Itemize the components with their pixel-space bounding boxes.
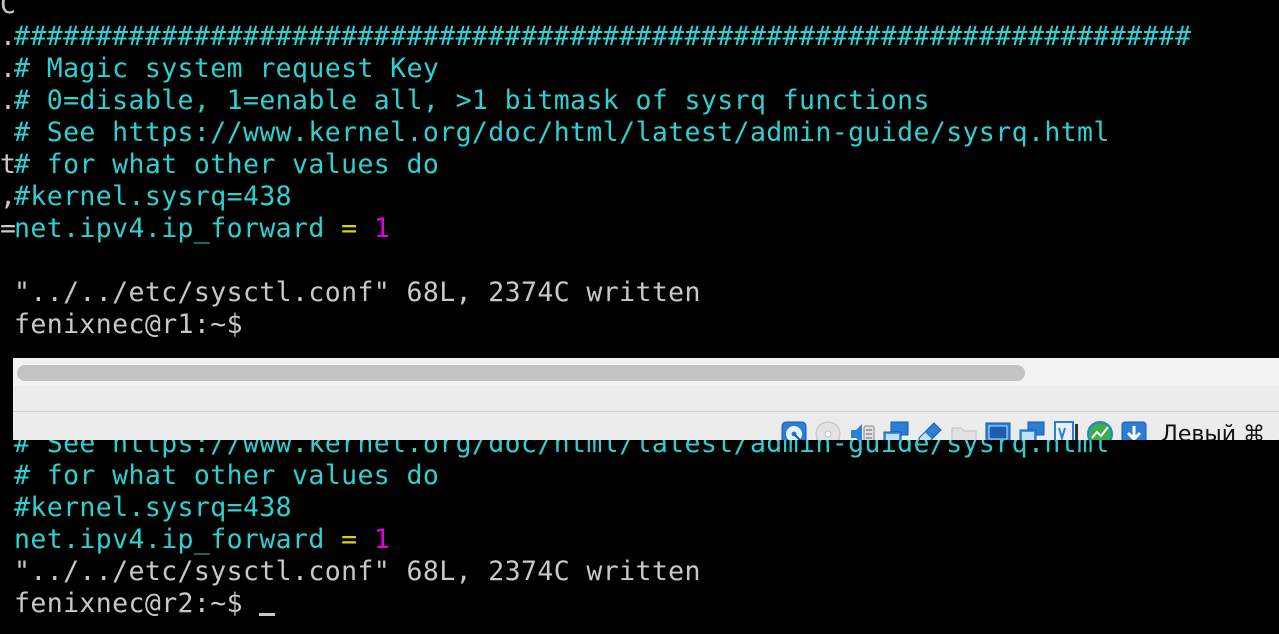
scrollbar-thumb[interactable]: [17, 365, 1025, 381]
terminal-line: #kernel.sysrq=438: [14, 492, 293, 523]
terminal-prompt: fenixnec@r2:~$: [0, 588, 1279, 620]
stray-char: C: [0, 0, 17, 20]
terminal-line: =net.ipv4.ip_forward = 1: [0, 213, 391, 244]
terminal-line: net.ipv4.ip_forward = 1: [14, 524, 391, 555]
terminal-line: # See https://www.kernel.org/doc/html/la…: [14, 117, 1110, 148]
terminal-line: ,#kernel.sysrq=438: [0, 181, 293, 212]
terminal-cursor: [259, 613, 276, 616]
terminal-line: "../../etc/sysctl.conf" 68L, 2374C writt…: [14, 277, 701, 308]
terminal-r2[interactable]: # See https://www.kernel.org/doc/html/la…: [0, 440, 1279, 634]
terminal-line: .# Magic system request Key: [0, 53, 440, 84]
terminal-r1[interactable]: C .#####################################…: [0, 0, 1279, 358]
vm-window-statusbar: Левый ⌘: [13, 358, 1279, 453]
terminal-line: .#######################################…: [0, 21, 1192, 52]
divider: [13, 411, 1279, 412]
terminal-prompt: fenixnec@r1:~$: [14, 309, 243, 340]
terminal-line: .# 0=disable, 1=enable all, >1 bitmask o…: [0, 85, 930, 116]
terminal-line: C: [0, 0, 1279, 21]
terminal-line: # for what other values do: [14, 460, 440, 491]
horizontal-scrollbar[interactable]: [13, 358, 1279, 386]
terminal-line: "../../etc/sysctl.conf" 68L, 2374C writt…: [14, 556, 701, 587]
terminal-line: # See https://www.kernel.org/doc/html/la…: [14, 440, 1110, 459]
terminal-line: t# for what other values do: [0, 149, 440, 180]
